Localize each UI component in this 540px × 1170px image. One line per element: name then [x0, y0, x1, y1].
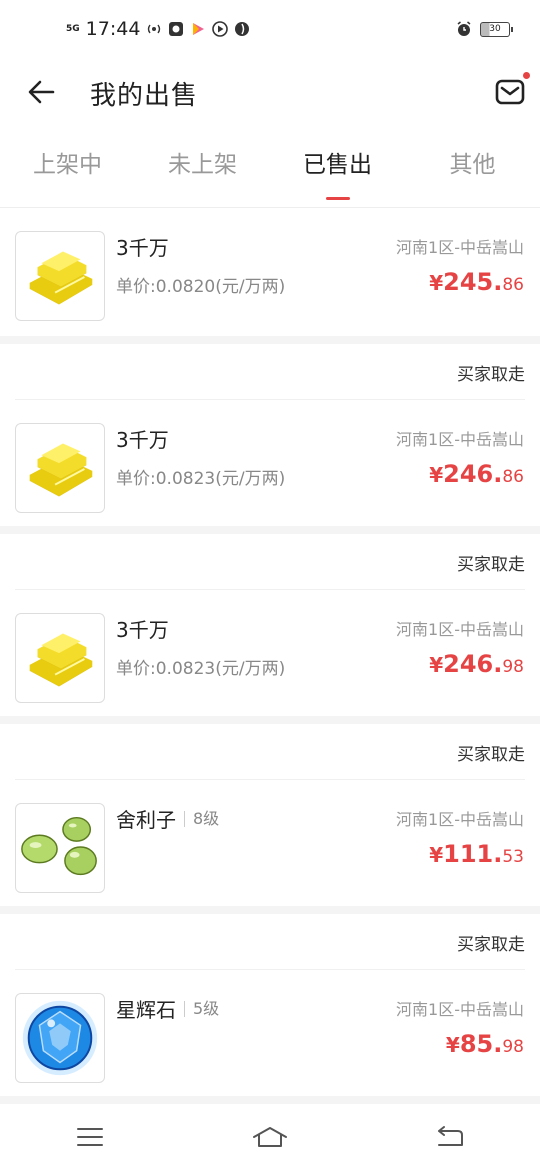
order-card[interactable]: 买家取走 星辉石 5级 河南1区-中岳嵩山 ¥85.98 [0, 914, 540, 1096]
unit-price: 单价:0.0823(元/万两) [116, 469, 286, 489]
page-title: 我的出售 [90, 81, 199, 111]
home-button[interactable] [250, 1122, 290, 1152]
price-decimal: 86 [502, 275, 524, 295]
tab-listed[interactable]: 上架中 [0, 125, 135, 207]
order-price: ¥85.98 [446, 1030, 524, 1058]
item-title: 星辉石 [116, 998, 176, 1022]
arrow-left-icon [28, 80, 55, 104]
app-header: 我的出售 [0, 60, 540, 125]
price-decimal: 86 [502, 467, 524, 487]
price-decimal: 98 [502, 657, 524, 677]
order-price: ¥246.98 [429, 650, 524, 678]
sold-orders-list: 3千万 单价:0.0820(元/万两) 河南1区-中岳嵩山 ¥245.86 买家… [0, 208, 540, 1104]
price-integer: 111. [443, 840, 503, 868]
order-price: ¥111.53 [429, 840, 524, 868]
item-level: 8级 [184, 810, 219, 827]
order-status: 买家取走 [15, 914, 525, 970]
tab-other[interactable]: 其他 [405, 125, 540, 207]
tab-unlisted[interactable]: 未上架 [135, 125, 270, 207]
order-body: 3千万 单价:0.0823(元/万两) 河南1区-中岳嵩山 ¥246.98 [0, 590, 540, 716]
active-tab-indicator [325, 197, 350, 200]
server-name: 河南1区-中岳嵩山 [396, 620, 524, 639]
order-price: ¥246.86 [429, 460, 524, 488]
order-price: ¥245.86 [429, 268, 524, 296]
order-card[interactable]: 买家取走 3千万 单价:0.0823(元/万两) 河南1区-中岳嵩山 ¥246.… [0, 344, 540, 526]
gold-bars-icon [15, 423, 105, 513]
unit-price: 单价:0.0823(元/万两) [116, 659, 286, 679]
tab-label: 其他 [449, 152, 496, 178]
mail-icon [495, 79, 525, 105]
currency-symbol: ¥ [429, 463, 444, 487]
price-integer: 246. [443, 460, 503, 488]
status-tabs: 上架中 未上架 已售出 其他 [0, 125, 540, 208]
item-title: 舍利子 [116, 808, 176, 832]
currency-symbol: ¥ [429, 653, 444, 677]
currency-symbol: ¥ [445, 1033, 460, 1057]
item-name: 3千万 [116, 232, 169, 261]
gold-bars-icon [15, 613, 105, 703]
item-title: 3千万 [116, 428, 169, 452]
play-icon [212, 21, 229, 37]
item-name: 星辉石 5级 [116, 994, 219, 1023]
system-back-button[interactable] [430, 1122, 470, 1152]
price-integer: 85. [459, 1030, 503, 1058]
app-notification-icon [168, 21, 184, 37]
unread-dot [523, 72, 530, 79]
back-icon [438, 1126, 463, 1146]
server-name: 河南1区-中岳嵩山 [396, 238, 524, 257]
messages-button[interactable] [494, 72, 530, 108]
tab-label: 上架中 [33, 152, 102, 178]
order-card[interactable]: 3千万 单价:0.0820(元/万两) 河南1区-中岳嵩山 ¥245.86 [0, 208, 540, 336]
green-relic-icon [15, 803, 105, 893]
item-level: 5级 [184, 1000, 219, 1017]
order-status: 买家取走 [15, 534, 525, 590]
gold-bars-icon [15, 231, 105, 321]
order-body: 星辉石 5级 河南1区-中岳嵩山 ¥85.98 [0, 970, 540, 1096]
item-title: 3千万 [116, 236, 169, 260]
menu-button[interactable] [70, 1122, 110, 1152]
tab-sold[interactable]: 已售出 [270, 125, 405, 207]
menu-icon [77, 1128, 103, 1146]
tab-label: 已售出 [303, 152, 372, 178]
order-card[interactable]: 买家取走 3千万 单价:0.0823(元/万两) 河南1区-中岳嵩山 ¥246.… [0, 534, 540, 716]
price-integer: 245. [443, 268, 503, 296]
price-decimal: 53 [502, 847, 524, 867]
clock: 17:44 [85, 18, 141, 40]
order-body: 舍利子 8级 河南1区-中岳嵩山 ¥111.53 [0, 780, 540, 906]
item-name: 3千万 [116, 614, 169, 643]
alarm-icon [456, 21, 472, 37]
order-card[interactable]: 买家取走 舍利子 8级 河南1区-中岳嵩山 ¥111.53 [0, 724, 540, 906]
item-name: 3千万 [116, 424, 169, 453]
server-name: 河南1区-中岳嵩山 [396, 810, 524, 829]
order-body: 3千万 单价:0.0823(元/万两) 河南1区-中岳嵩山 ¥246.86 [0, 400, 540, 526]
tab-label: 未上架 [168, 152, 237, 178]
price-integer: 246. [443, 650, 503, 678]
video-app-icon [190, 21, 206, 37]
home-icon [253, 1127, 287, 1147]
back-button[interactable] [24, 74, 60, 110]
order-body: 3千万 单价:0.0820(元/万两) 河南1区-中岳嵩山 ¥245.86 [0, 208, 540, 336]
currency-symbol: ¥ [429, 271, 444, 295]
signal-indicator: 5G [66, 23, 80, 34]
hotspot-icon [146, 21, 162, 37]
currency-symbol: ¥ [429, 843, 444, 867]
blue-gem-icon [15, 993, 105, 1083]
battery-indicator: 30 [480, 21, 513, 37]
status-bar: 5G 17:44 30 [0, 0, 540, 60]
system-nav-bar [0, 1104, 540, 1170]
server-name: 河南1区-中岳嵩山 [396, 430, 524, 449]
server-name: 河南1区-中岳嵩山 [396, 1000, 524, 1019]
order-status: 买家取走 [15, 724, 525, 780]
browser-icon [234, 21, 250, 37]
order-status: 买家取走 [15, 344, 525, 400]
unit-price: 单价:0.0820(元/万两) [116, 277, 286, 297]
item-title: 3千万 [116, 618, 169, 642]
price-decimal: 98 [502, 1037, 524, 1057]
item-name: 舍利子 8级 [116, 804, 219, 833]
